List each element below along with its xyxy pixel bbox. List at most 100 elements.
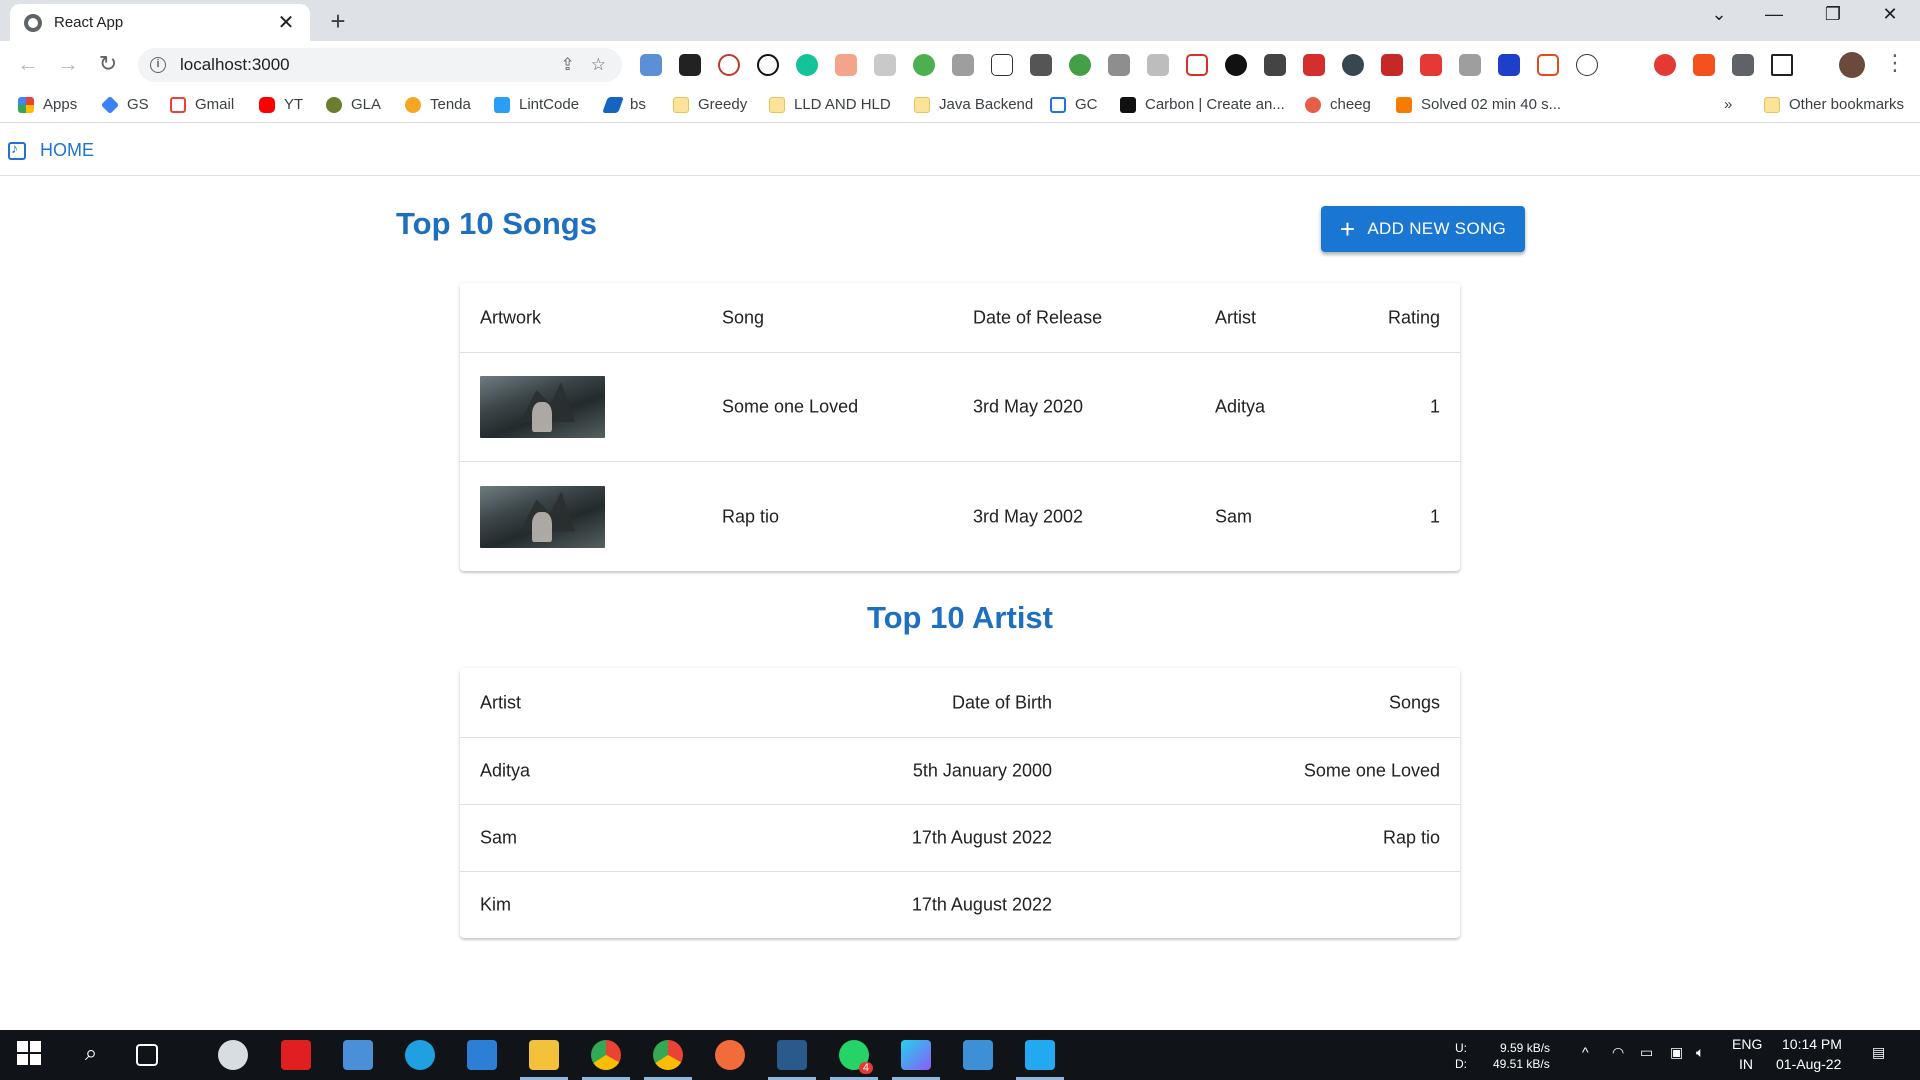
extension-icon[interactable] (679, 54, 701, 76)
edge-icon[interactable] (405, 1040, 435, 1070)
minimize-button[interactable]: — (1754, 4, 1794, 25)
extension-icon[interactable] (1303, 54, 1325, 76)
puzzle-extensions-icon[interactable] (1732, 54, 1754, 76)
bookmark-bs[interactable]: bs (602, 96, 646, 113)
extension-icon[interactable] (1069, 54, 1091, 76)
bookmark-other[interactable]: Other bookmarks (1764, 96, 1904, 113)
extension-icon[interactable] (1147, 54, 1169, 76)
folder-icon (1764, 96, 1780, 113)
whatsapp-icon[interactable]: 4 (839, 1040, 873, 1074)
bookmark-solved[interactable]: Solved 02 min 40 s... (1396, 96, 1561, 113)
extension-icon[interactable] (1654, 54, 1676, 76)
address-bar[interactable]: i localhost:3000 ⇪ ☆ (138, 48, 622, 82)
bookmark-tenda[interactable]: Tenda (405, 96, 471, 113)
extension-icon[interactable] (640, 54, 662, 76)
restore-button[interactable]: ❐ (1813, 4, 1853, 25)
notifications-icon[interactable]: ▤ (1872, 1044, 1885, 1061)
extension-icon[interactable] (718, 54, 740, 76)
extension-icon[interactable] (1693, 54, 1715, 76)
photos-icon[interactable] (963, 1040, 993, 1070)
extension-icon[interactable] (913, 54, 935, 76)
extension-icon[interactable] (1576, 54, 1598, 76)
bookmark-gmail[interactable]: Gmail (170, 96, 234, 113)
grammarly-icon[interactable] (796, 54, 818, 76)
task-view-icon[interactable] (136, 1044, 158, 1066)
taskbar-app-icon[interactable] (281, 1040, 311, 1070)
clock-time[interactable]: 10:14 PM (1782, 1036, 1842, 1052)
wifi-icon[interactable]: ◠ (1612, 1044, 1624, 1061)
bookmark-folder-greedy[interactable]: Greedy (673, 96, 747, 113)
youtube-icon[interactable] (1420, 54, 1442, 76)
forward-icon[interactable]: → (54, 51, 82, 77)
bookmark-apps[interactable]: Apps (18, 96, 77, 113)
artists-title: Top 10 Artist (866, 600, 1053, 635)
bookmark-gc[interactable]: GC (1050, 96, 1098, 113)
tab-search-icon[interactable]: ⌄ (1699, 4, 1739, 25)
kebab-menu-icon[interactable]: ⋮ (1884, 50, 1906, 76)
search-icon[interactable]: ⌕ (76, 1040, 106, 1070)
extension-icon[interactable] (1498, 54, 1520, 76)
close-window-button[interactable]: ✕ (1870, 4, 1910, 25)
bookmark-yt[interactable]: YT (259, 96, 303, 113)
extension-icon[interactable] (1615, 54, 1637, 76)
new-tab-button[interactable]: + (323, 6, 353, 37)
share-icon[interactable]: ⇪ (561, 55, 575, 75)
mysql-workbench-icon[interactable] (777, 1040, 807, 1070)
display-icon[interactable]: ▣ (1670, 1044, 1683, 1061)
file-explorer-icon[interactable] (529, 1040, 559, 1070)
bookmark-cheeg[interactable]: cheeg (1305, 96, 1371, 113)
side-panel-icon[interactable] (1771, 54, 1793, 76)
taskbar-app-icon[interactable] (218, 1040, 248, 1070)
extension-icon[interactable] (1537, 54, 1559, 76)
extension-icon[interactable] (835, 54, 857, 76)
home-link[interactable]: HOME (8, 140, 94, 161)
chevron-up-icon[interactable]: ^ (1582, 1044, 1589, 1060)
artist-songs: Some one Loved (1303, 760, 1440, 781)
clock-date[interactable]: 01-Aug-22 (1776, 1056, 1841, 1072)
bookmark-star-icon[interactable]: ☆ (591, 55, 606, 75)
extension-icon[interactable] (757, 54, 779, 76)
gmail-icon[interactable] (1186, 54, 1208, 76)
browser-tab[interactable]: React App ✕ (10, 4, 310, 41)
bookmark-gs[interactable]: GS (100, 95, 149, 114)
extension-icon[interactable] (1342, 54, 1364, 76)
bookmark-gla[interactable]: GLA (326, 96, 381, 113)
artist-name: Aditya (480, 760, 531, 781)
profile-avatar[interactable] (1839, 52, 1865, 78)
back-icon[interactable]: ← (14, 51, 42, 77)
bookmark-folder-java[interactable]: Java Backend (914, 96, 1033, 113)
extension-icon[interactable] (1030, 54, 1052, 76)
add-new-song-button[interactable]: + ADD NEW SONG (1321, 206, 1525, 252)
taskbar-app-icon[interactable] (343, 1040, 373, 1070)
extension-icon[interactable] (874, 54, 896, 76)
extension-icon[interactable] (1381, 54, 1403, 76)
bookmarks-overflow[interactable]: » (1724, 96, 1732, 113)
chrome-icon[interactable] (591, 1040, 621, 1070)
bookmark-carbon[interactable]: Carbon | Create an... (1120, 96, 1285, 113)
language-code[interactable]: ENG (1732, 1036, 1762, 1052)
bookmark-icon (602, 96, 624, 113)
extension-icon[interactable] (1108, 54, 1130, 76)
reload-icon[interactable]: ↻ (94, 51, 122, 77)
close-tab-icon[interactable]: ✕ (276, 10, 296, 35)
volume-icon[interactable]: 🔈︎ (1696, 1044, 1704, 1061)
battery-icon[interactable]: ▭ (1640, 1044, 1653, 1061)
bookmark-folder-lld[interactable]: LLD AND HLD (769, 96, 891, 113)
artists-table: Artist Date of Birth Songs Aditya 5th Ja… (460, 668, 1460, 938)
vscode-icon[interactable] (1025, 1040, 1055, 1070)
extension-icon[interactable] (1264, 54, 1286, 76)
extension-icon[interactable] (952, 54, 974, 76)
windows-start-icon[interactable] (16, 1040, 46, 1070)
extension-icon[interactable] (1459, 54, 1481, 76)
apps-grid-icon (18, 96, 34, 113)
webstorm-icon[interactable] (901, 1040, 931, 1070)
region-code[interactable]: IN (1739, 1056, 1753, 1072)
mail-icon[interactable] (467, 1040, 497, 1070)
chrome-profile-icon[interactable] (653, 1040, 683, 1070)
release-date: 3rd May 2020 (973, 396, 1084, 417)
info-icon[interactable]: i (150, 57, 166, 73)
bookmark-lintcode[interactable]: LintCode (494, 96, 579, 113)
postman-icon[interactable] (715, 1040, 745, 1070)
extension-icon[interactable] (1225, 54, 1247, 76)
extension-icon[interactable] (991, 54, 1013, 76)
